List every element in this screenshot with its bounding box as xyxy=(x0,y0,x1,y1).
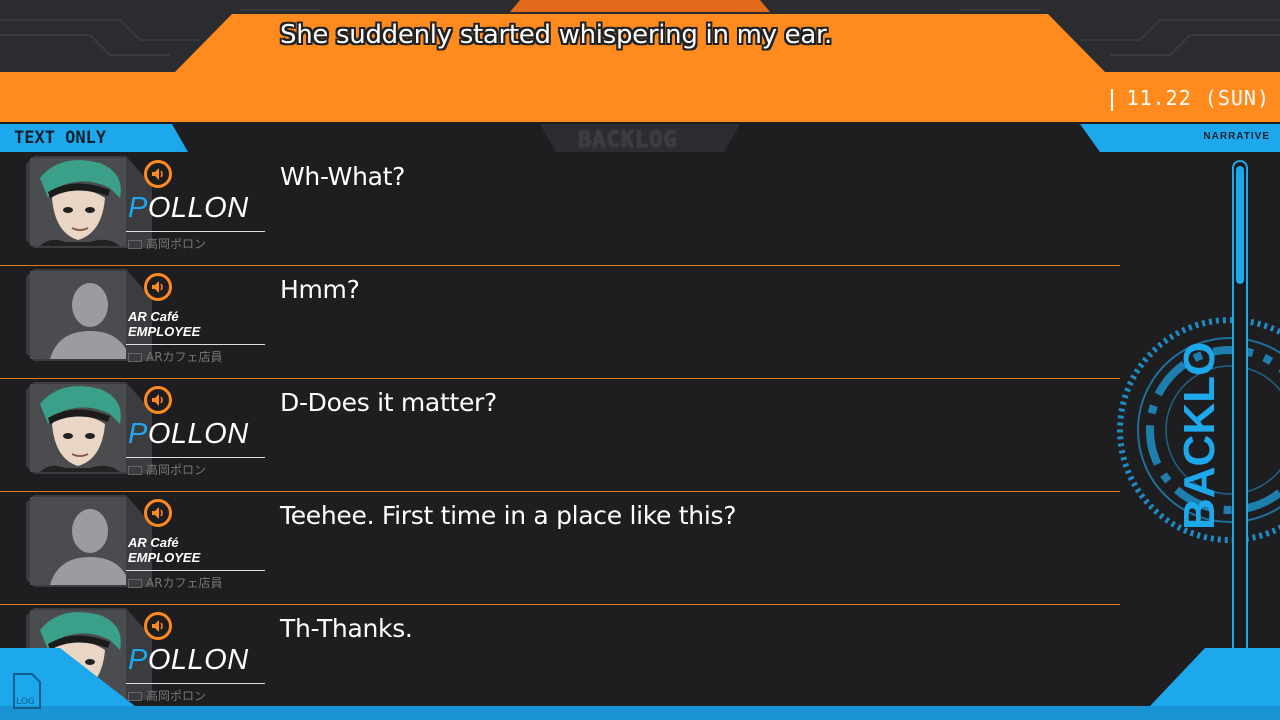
name-underline xyxy=(126,344,265,345)
log-entry[interactable]: AR Café EMPLOYEE ARカフェ店員 Hmm? xyxy=(0,265,1120,379)
log-line-text: D-Does it matter? xyxy=(280,388,497,417)
speaker-icon xyxy=(152,620,163,632)
name-underline xyxy=(126,457,265,458)
silhouette-portrait xyxy=(30,271,126,359)
log-line-text: Th-Thanks. xyxy=(280,614,413,643)
log-entry[interactable]: POLLON 高岡ポロン D-Does it matter? xyxy=(0,378,1120,492)
current-dialog-line: She suddenly started whispering in my ea… xyxy=(280,20,832,50)
voice-replay-button[interactable] xyxy=(144,273,172,301)
name-underline xyxy=(126,570,265,571)
pollon-portrait xyxy=(30,158,126,246)
voice-replay-button[interactable] xyxy=(144,160,172,188)
top-notch xyxy=(510,0,770,12)
speaker-name-jp: 高岡ポロン xyxy=(128,461,206,478)
backlog-title: BACKLOG xyxy=(578,128,678,153)
speaker-icon xyxy=(152,394,163,406)
narrative-label: NARRATIVE xyxy=(1203,131,1270,142)
log-line-text: Wh-What? xyxy=(280,162,406,191)
backlog-vertical-label: BACKLOG xyxy=(1175,340,1224,530)
silhouette-portrait xyxy=(30,497,126,585)
voice-replay-button[interactable] xyxy=(144,499,172,527)
voice-replay-button[interactable] xyxy=(144,612,172,640)
speaker-icon xyxy=(152,281,163,293)
voice-replay-button[interactable] xyxy=(144,386,172,414)
log-icon-label: LOG xyxy=(16,697,35,707)
speaker-name: POLLON xyxy=(128,418,249,450)
pollon-portrait xyxy=(30,384,126,472)
speaker-name-jp: 高岡ポロン xyxy=(128,687,206,704)
speaker-name: AR Café EMPLOYEE xyxy=(128,309,201,339)
speaker-name-jp: ARカフェ店員 xyxy=(128,348,223,365)
log-entry[interactable]: POLLON 高岡ポロン Th-Thanks. xyxy=(0,604,1120,717)
backlog-list[interactable]: POLLON 高岡ポロン Wh-What? AR Café EMPLOYEE AR… xyxy=(0,152,1120,720)
speaker-icon xyxy=(152,507,163,519)
name-underline xyxy=(126,231,265,232)
log-line-text: Teehee. First time in a place like this? xyxy=(280,501,737,530)
log-file-icon[interactable]: LOG xyxy=(12,672,42,710)
date-display: 11.22 (SUN) xyxy=(1110,86,1270,111)
backlog-vertical-text: BACKLOG xyxy=(1175,340,1224,530)
text-only-button[interactable]: TEXT ONLY xyxy=(14,128,106,148)
date-text: 11.22 (SUN) xyxy=(1126,86,1270,110)
speaker-name: POLLON xyxy=(128,192,249,224)
speaker-name-jp: ARカフェ店員 xyxy=(128,574,223,591)
speaker-name: POLLON xyxy=(128,644,249,676)
log-entry[interactable]: AR Café EMPLOYEE ARカフェ店員 Teehee. First ti… xyxy=(0,491,1120,605)
scrollbar-thumb[interactable] xyxy=(1236,166,1244,284)
log-entry[interactable]: POLLON 高岡ポロン Wh-What? xyxy=(0,152,1120,266)
speaker-icon xyxy=(152,168,163,180)
log-line-text: Hmm? xyxy=(280,275,360,304)
speaker-name-jp: 高岡ポロン xyxy=(128,235,206,252)
speaker-name: AR Café EMPLOYEE xyxy=(128,535,201,565)
bottom-strip xyxy=(0,706,1280,720)
name-underline xyxy=(126,683,265,684)
